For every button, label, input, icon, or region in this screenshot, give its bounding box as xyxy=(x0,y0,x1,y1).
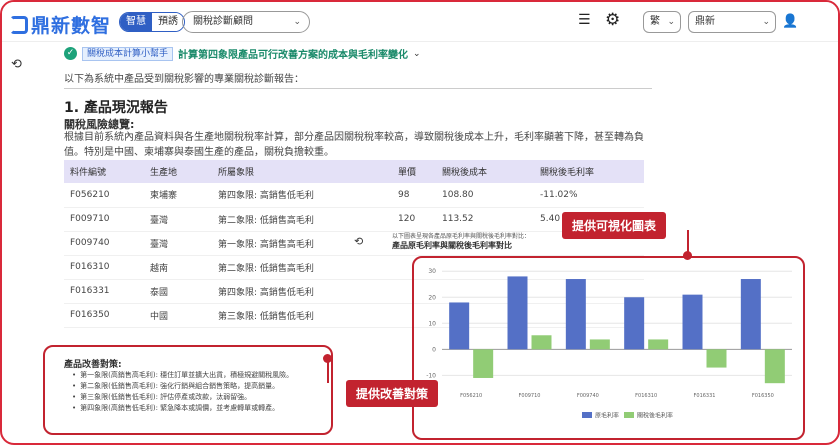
table-cell: 113.52 xyxy=(436,207,534,232)
table-row: F009710 臺灣 第二象限: 低銷售高毛利 120 113.52 5.40 xyxy=(64,207,644,232)
assistant-select-value: 關稅診斷顧問 xyxy=(193,16,253,27)
check-circle-icon: ✓ xyxy=(64,47,77,60)
table-cell: 越南 xyxy=(144,255,212,280)
assistant-select[interactable]: 關稅診斷顧問 ⌄ xyxy=(182,11,310,33)
table-cell: -11.02% xyxy=(534,183,644,208)
list-item: 第三象限(低銷售低毛利): 評估停產或改款，汰弱留強。 xyxy=(72,392,293,403)
chevron-down-icon[interactable]: ⌄ xyxy=(413,49,421,59)
table-cell: 臺灣 xyxy=(144,207,212,232)
column-header: 生產地 xyxy=(144,160,212,183)
chart-highlight-box xyxy=(412,256,805,440)
language-select[interactable]: 繁 ⌄ xyxy=(643,11,681,33)
table-cell: 泰國 xyxy=(144,279,212,304)
table-cell: 第二象限: 低銷售高毛利 xyxy=(212,255,392,280)
table-cell: F009740 xyxy=(64,231,144,256)
column-header: 關稅後毛利率 xyxy=(534,160,644,183)
logo: 鼎新數智 xyxy=(10,11,111,38)
chevron-down-icon: ⌄ xyxy=(293,17,301,27)
report-intro: 以下為系統中產品受到關稅影響的專業關稅診斷報告： xyxy=(64,74,304,85)
callout-dot xyxy=(323,354,332,363)
app-frame: 鼎新數智 智慧 預誘 關稅診斷顧問 ⌄ ☰ ⚙ 繁 ⌄ 鼎新 ⌄ 👤 ⟲ ✓ 關… xyxy=(0,0,840,445)
table-cell: 第二象限: 低銷售高毛利 xyxy=(212,207,392,232)
table-cell: 120 xyxy=(392,207,436,232)
list-item: 第一象限(高銷售高毛利): 穩住訂單並擴大出貨，積極規避關稅風險。 xyxy=(72,370,293,381)
column-header: 關稅後成本 xyxy=(436,160,534,183)
strategy-list: 第一象限(高銷售高毛利): 穩住訂單並擴大出貨，積極規避關稅風險。 第二象限(低… xyxy=(72,370,293,414)
mode-option-predict[interactable]: 預誘 xyxy=(152,13,184,31)
list-item: 第四象限(高銷售低毛利): 緊急降本或調價，並考慮轉單或轉產。 xyxy=(72,403,293,414)
chart-title: 產品原毛利率與關稅後毛利率對比 xyxy=(392,241,512,250)
table-row: F056210 柬埔寨 第四象限: 高銷售低毛利 98 108.80 -11.02% xyxy=(64,183,644,208)
chevron-down-icon: ⌄ xyxy=(667,17,675,27)
mode-option-smart[interactable]: 智慧 xyxy=(120,13,152,31)
table-cell: 第四象限: 高銷售低毛利 xyxy=(212,183,392,208)
logo-text: 鼎新數智 xyxy=(31,15,112,37)
table-cell: 第一象限: 高銷售高毛利 xyxy=(212,231,392,256)
table-header-row: 料件編號 生產地 所屬象限 單價 關稅後成本 關稅後毛利率 xyxy=(64,160,644,183)
table-cell: F056210 xyxy=(64,183,144,208)
table-cell: 第四象限: 高銷售低毛利 xyxy=(212,279,392,304)
table-cell: 柬埔寨 xyxy=(144,183,212,208)
divider xyxy=(64,88,652,89)
table-cell: 第三象限: 低銷售低毛利 xyxy=(212,303,392,328)
strategy-callout: 提供改善對策 xyxy=(346,380,439,407)
table-cell: F016310 xyxy=(64,255,144,280)
mode-toggle[interactable]: 智慧 預誘 xyxy=(119,12,185,32)
chart-caption: 以下圖表呈現各產品原毛利率與關稅後毛利率對比： xyxy=(392,233,531,240)
assistant-banner: ✓ 關稅成本計算小幫手 計算第四象限產品可行改善方案的成本與毛利率變化 ⌄ xyxy=(64,46,421,61)
risk-paragraph: 根據目前系統內產品資料與各生產地關稅稅率計算，部分產品因關稅稅率較高，導致關稅後… xyxy=(64,132,644,158)
list-item: 第二象限(低銷售高毛利): 強化行銷與組合銷售策略，提高銷量。 xyxy=(72,381,293,392)
user-icon[interactable]: 👤 xyxy=(782,14,798,29)
column-header: 單價 xyxy=(392,160,436,183)
table-cell: F016350 xyxy=(64,303,144,328)
company-select-value: 鼎新 xyxy=(695,16,715,27)
company-select[interactable]: 鼎新 ⌄ xyxy=(688,11,776,33)
column-header: 所屬象限 xyxy=(212,160,392,183)
language-select-value: 繁 xyxy=(650,16,660,27)
chart-callout: 提供可視化圖表 xyxy=(562,212,667,239)
table-cell: 98 xyxy=(392,183,436,208)
banner-title: 計算第四象限產品可行改善方案的成本與毛利率變化 xyxy=(178,50,409,61)
history-icon[interactable]: ⟲ xyxy=(11,57,31,75)
task-list-icon[interactable]: ☰ xyxy=(578,12,591,28)
gear-icon[interactable]: ⚙ xyxy=(605,10,620,30)
top-bar: 鼎新數智 智慧 預誘 關稅診斷顧問 ⌄ ☰ ⚙ 繁 ⌄ 鼎新 ⌄ 👤 xyxy=(2,2,838,42)
callout-dot xyxy=(683,251,692,260)
strategy-title: 產品改善對策: xyxy=(64,360,122,370)
table-cell: F016331 xyxy=(64,279,144,304)
tool-tag: 關稅成本計算小幫手 xyxy=(82,46,174,61)
table-cell: F009710 xyxy=(64,207,144,232)
table-cell: 臺灣 xyxy=(144,231,212,256)
table-cell: 108.80 xyxy=(436,183,534,208)
chevron-down-icon: ⌄ xyxy=(762,17,770,27)
logo-icon xyxy=(10,15,28,34)
section-title: 1. 產品現況報告 xyxy=(64,100,168,116)
column-header: 料件編號 xyxy=(64,160,144,183)
table-cell: 中國 xyxy=(144,303,212,328)
history-icon[interactable]: ⟲ xyxy=(354,235,363,248)
